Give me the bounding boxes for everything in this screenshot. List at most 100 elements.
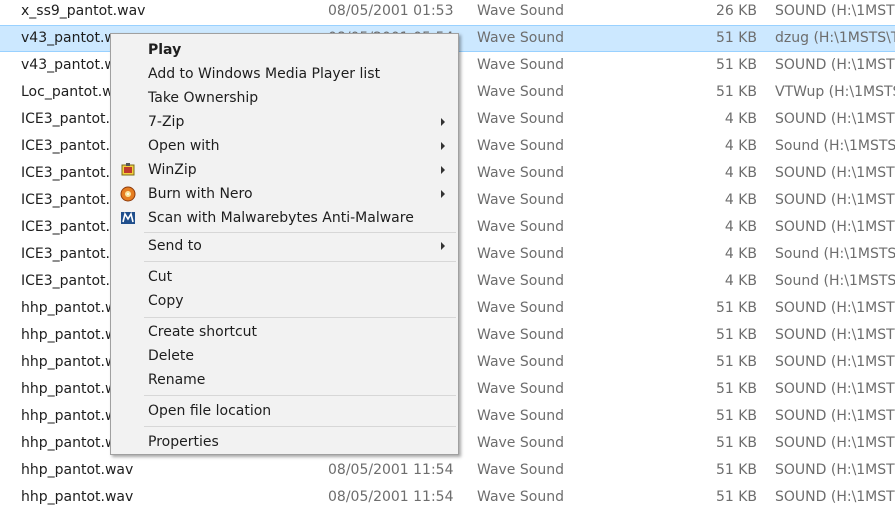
file-path: VTWup (H:\1MSTS	[775, 84, 895, 100]
menu-item-label: Send to	[148, 238, 202, 254]
file-type: Wave Sound	[477, 435, 564, 451]
file-path: SOUND (H:\1MSTS	[775, 381, 895, 397]
menu-item-add-to-wmp-list[interactable]: Add to Windows Media Player list	[111, 62, 458, 86]
menu-separator	[144, 395, 456, 396]
menu-item-label: Take Ownership	[148, 90, 259, 106]
file-type: Wave Sound	[477, 138, 564, 154]
file-row[interactable]: hhp_pantot.wav 08/05/2001 11:54 Wave Sou…	[0, 457, 895, 484]
submenu-arrow-icon	[441, 166, 445, 174]
file-path: dzug (H:\1MSTS\T	[775, 30, 895, 46]
file-type: Wave Sound	[477, 300, 564, 316]
menu-item-label: WinZip	[148, 162, 197, 178]
submenu-arrow-icon	[441, 190, 445, 198]
malwarebytes-icon	[121, 211, 135, 224]
menu-item-label: Delete	[148, 348, 194, 364]
file-size: 51 KB	[715, 57, 757, 73]
winzip-icon	[121, 163, 135, 176]
file-path: Sound (H:\1MSTS\	[775, 138, 895, 154]
file-size: 4 KB	[724, 111, 757, 127]
file-size: 4 KB	[724, 219, 757, 235]
menu-item-label: Create shortcut	[148, 324, 258, 340]
nero-icon	[120, 186, 136, 202]
file-path: SOUND (H:\1MSTS	[775, 192, 895, 208]
file-path: SOUND (H:\1MSTS	[775, 111, 895, 127]
file-path: SOUND (H:\1MSTS	[775, 435, 895, 451]
file-path: SOUND (H:\1MSTS	[775, 165, 895, 181]
menu-item-label: Cut	[148, 269, 173, 285]
file-size: 51 KB	[715, 354, 757, 370]
menu-item-properties[interactable]: Properties	[111, 430, 458, 454]
file-path: SOUND (H:\1MSTS	[775, 3, 895, 19]
file-type: Wave Sound	[477, 192, 564, 208]
menu-item-label: Play	[148, 42, 182, 58]
file-size: 51 KB	[715, 381, 757, 397]
file-size: 51 KB	[715, 327, 757, 343]
file-size: 51 KB	[715, 300, 757, 316]
file-type: Wave Sound	[477, 219, 564, 235]
file-path: SOUND (H:\1MSTS	[775, 300, 895, 316]
file-type: Wave Sound	[477, 57, 564, 73]
file-size: 51 KB	[715, 408, 757, 424]
menu-item-label: Scan with Malwarebytes Anti-Malware	[148, 210, 414, 226]
file-path: SOUND (H:\1MSTS	[775, 57, 895, 73]
menu-item-label: Properties	[148, 434, 219, 450]
file-row[interactable]: hhp_pantot.wav 08/05/2001 11:54 Wave Sou…	[0, 484, 895, 511]
submenu-arrow-icon	[441, 118, 445, 126]
file-name: x_ss9_pantot.wav	[21, 3, 146, 19]
menu-item-label: Add to Windows Media Player list	[148, 66, 381, 82]
menu-item-open-with[interactable]: Open with	[111, 134, 458, 158]
menu-item-burn-with-nero[interactable]: Burn with Nero	[111, 182, 458, 206]
file-path: SOUND (H:\1MSTS	[775, 327, 895, 343]
file-path: SOUND (H:\1MSTS	[775, 462, 895, 478]
file-type: Wave Sound	[477, 489, 564, 505]
menu-item-label: Burn with Nero	[148, 186, 253, 202]
file-size: 4 KB	[724, 273, 757, 289]
file-row[interactable]: x_ss9_pantot.wav 08/05/2001 01:53 Wave S…	[0, 0, 895, 25]
file-type: Wave Sound	[477, 327, 564, 343]
menu-item-open-file-location[interactable]: Open file location	[111, 399, 458, 423]
menu-item-winzip[interactable]: WinZip	[111, 158, 458, 182]
menu-item-cut[interactable]: Cut	[111, 265, 458, 289]
file-size: 4 KB	[724, 138, 757, 154]
file-path: SOUND (H:\1MSTS	[775, 489, 895, 505]
file-size: 51 KB	[715, 30, 757, 46]
file-type: Wave Sound	[477, 408, 564, 424]
menu-item-label: Copy	[148, 293, 184, 309]
menu-item-rename[interactable]: Rename	[111, 368, 458, 392]
menu-item-copy[interactable]: Copy	[111, 289, 458, 313]
file-type: Wave Sound	[477, 273, 564, 289]
menu-item-send-to[interactable]: Send to	[111, 234, 458, 258]
file-size: 51 KB	[715, 84, 757, 100]
file-path: SOUND (H:\1MSTS	[775, 408, 895, 424]
menu-separator	[144, 317, 456, 318]
file-size: 4 KB	[724, 246, 757, 262]
menu-item-create-shortcut[interactable]: Create shortcut	[111, 320, 458, 344]
submenu-arrow-icon	[441, 242, 445, 250]
menu-item-7-zip[interactable]: 7-Zip	[111, 110, 458, 134]
menu-item-play[interactable]: Play	[111, 38, 458, 62]
file-path: Sound (H:\1MSTS\	[775, 273, 895, 289]
file-date: 08/05/2001 11:54	[328, 462, 454, 478]
menu-item-scan-malwarebytes[interactable]: Scan with Malwarebytes Anti-Malware	[111, 206, 458, 230]
file-type: Wave Sound	[477, 111, 564, 127]
file-type: Wave Sound	[477, 84, 564, 100]
file-type: Wave Sound	[477, 381, 564, 397]
menu-item-delete[interactable]: Delete	[111, 344, 458, 368]
file-size: 26 KB	[715, 3, 757, 19]
menu-item-label: 7-Zip	[148, 114, 185, 130]
menu-separator	[144, 261, 456, 262]
file-size: 4 KB	[724, 192, 757, 208]
file-type: Wave Sound	[477, 165, 564, 181]
submenu-arrow-icon	[441, 142, 445, 150]
file-size: 51 KB	[715, 462, 757, 478]
menu-item-label: Rename	[148, 372, 206, 388]
file-type: Wave Sound	[477, 246, 564, 262]
context-menu: Play Add to Windows Media Player list Ta…	[110, 33, 459, 455]
menu-item-label: Open with	[148, 138, 220, 154]
file-size: 4 KB	[724, 165, 757, 181]
file-path: SOUND (H:\1MSTS	[775, 219, 895, 235]
file-path: Sound (H:\1MSTS\	[775, 246, 895, 262]
file-date: 08/05/2001 11:54	[328, 489, 454, 505]
menu-item-take-ownership[interactable]: Take Ownership	[111, 86, 458, 110]
file-date: 08/05/2001 01:53	[328, 3, 454, 19]
